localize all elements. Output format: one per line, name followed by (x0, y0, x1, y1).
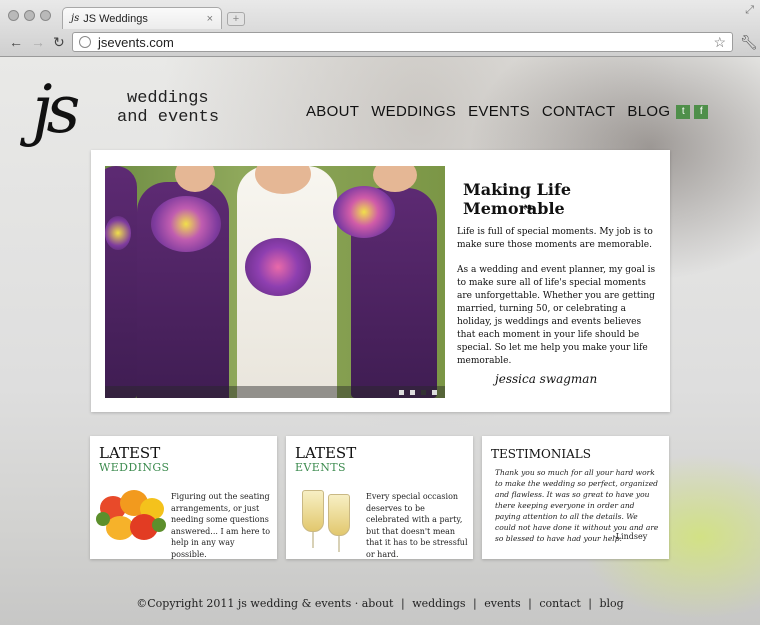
box-subtitle: EVENTS (295, 461, 346, 474)
bouquet-shape (245, 238, 311, 296)
copyright-text: ©Copyright 2011 js wedding & events · (136, 597, 359, 610)
nav-about[interactable]: ABOUT (306, 103, 359, 120)
twitter-icon[interactable]: t (676, 104, 691, 119)
slide-dot[interactable] (399, 390, 404, 395)
logo-line1: weddings (127, 89, 209, 108)
browser-tab[interactable]: js JS Weddings × (62, 7, 222, 29)
site-footer: ©Copyright 2011 js wedding & events · ab… (0, 597, 760, 610)
footer-separator: | (528, 597, 532, 610)
reload-icon[interactable]: ↻ (53, 34, 65, 51)
bouquet-shape (105, 216, 131, 250)
flourish-icon: ❧ (523, 199, 535, 215)
zoom-window-button[interactable] (40, 10, 51, 21)
dress-shape (105, 166, 137, 398)
bouquet-image (94, 486, 168, 550)
slider-bar (105, 386, 445, 398)
testimonials-box: TESTIMONIALS Thank you so much for all y… (482, 436, 669, 559)
new-tab-button[interactable]: + (227, 12, 245, 26)
box-text: Every special occasion deserves to be ce… (366, 492, 468, 559)
champagne-glasses-image (296, 488, 356, 552)
url-text: jsevents.com (98, 34, 174, 50)
bouquet-shape (333, 186, 395, 238)
logo-mark: js (32, 71, 80, 148)
box-subtitle: WEDDINGS (99, 461, 170, 474)
globe-icon (79, 36, 91, 48)
box-title: LATEST (99, 444, 161, 462)
minimize-window-button[interactable] (24, 10, 35, 21)
fullscreen-icon[interactable]: ⤢ (745, 4, 754, 17)
box-title: TESTIMONIALS (491, 447, 591, 461)
slide-dot[interactable] (410, 390, 415, 395)
slider-pagination (399, 390, 437, 395)
wrench-icon[interactable]: 🔧︎ (740, 34, 758, 51)
leaf-shape (152, 518, 166, 532)
hero-body: Life is full of special moments. My job … (457, 226, 657, 380)
signature: jessica swagman (495, 372, 598, 386)
footer-separator: | (588, 597, 592, 610)
bridal-party-photo (105, 166, 445, 398)
close-window-button[interactable] (8, 10, 19, 21)
social-links: t f (676, 104, 709, 119)
footer-link-blog[interactable]: blog (600, 597, 624, 610)
bookmark-star-icon[interactable]: ☆ (713, 34, 726, 51)
latest-events-box[interactable]: LATEST EVENTS Every special occasion des… (286, 436, 473, 559)
hero-paragraph: Life is full of special moments. My job … (457, 227, 653, 250)
slide-dot[interactable] (432, 390, 437, 395)
nav-events[interactable]: EVENTS (468, 103, 530, 120)
address-bar[interactable]: jsevents.com ☆ (72, 32, 733, 52)
browser-chrome: js JS Weddings × + ⤢ ← → ↻ jsevents.com … (0, 0, 760, 57)
web-page: js weddings and events ABOUT WEDDINGS EV… (0, 57, 760, 625)
back-icon[interactable]: ← (9, 34, 23, 50)
footer-link-events[interactable]: events (484, 597, 520, 610)
slide-dot-active[interactable] (421, 390, 426, 395)
glass-shape (328, 494, 350, 536)
leaf-shape (96, 512, 110, 526)
nav-weddings[interactable]: WEDDINGS (371, 103, 456, 120)
facebook-icon[interactable]: f (694, 104, 709, 119)
footer-link-contact[interactable]: contact (539, 597, 580, 610)
site-logo[interactable]: js weddings and events (32, 77, 242, 157)
testimonial-author: -Lindsey (613, 532, 648, 541)
window-controls (8, 10, 51, 21)
box-text: Figuring out the seating arrangements, o… (171, 492, 271, 559)
box-title: LATEST (295, 444, 357, 462)
favicon-icon: js (71, 13, 80, 24)
hero-paragraph: As a wedding and event planner, my goal … (457, 265, 656, 366)
nav-blog[interactable]: BLOG (627, 103, 670, 120)
tab-title: JS Weddings (83, 12, 148, 25)
hero-panel: Making Life Memorable ❧ Life is full of … (91, 150, 670, 412)
footer-link-about[interactable]: about (362, 597, 394, 610)
logo-text: weddings and events (117, 89, 219, 127)
nav-contact[interactable]: CONTACT (542, 103, 615, 120)
glass-stem (338, 536, 340, 552)
glass-stem (312, 532, 314, 548)
footer-link-weddings[interactable]: weddings (412, 597, 465, 610)
tab-close-icon[interactable]: × (207, 13, 213, 25)
footer-separator: | (400, 597, 405, 610)
bouquet-shape (151, 196, 221, 252)
glass-shape (302, 490, 324, 532)
footer-separator: | (473, 597, 477, 610)
latest-weddings-box[interactable]: LATEST WEDDINGS Figuring out the seating… (90, 436, 277, 559)
hero-title: Making Life Memorable (463, 180, 572, 218)
forward-icon[interactable]: → (31, 34, 45, 50)
main-nav: ABOUT WEDDINGS EVENTS CONTACT BLOG t f (306, 103, 709, 120)
logo-line2: and events (117, 108, 220, 127)
